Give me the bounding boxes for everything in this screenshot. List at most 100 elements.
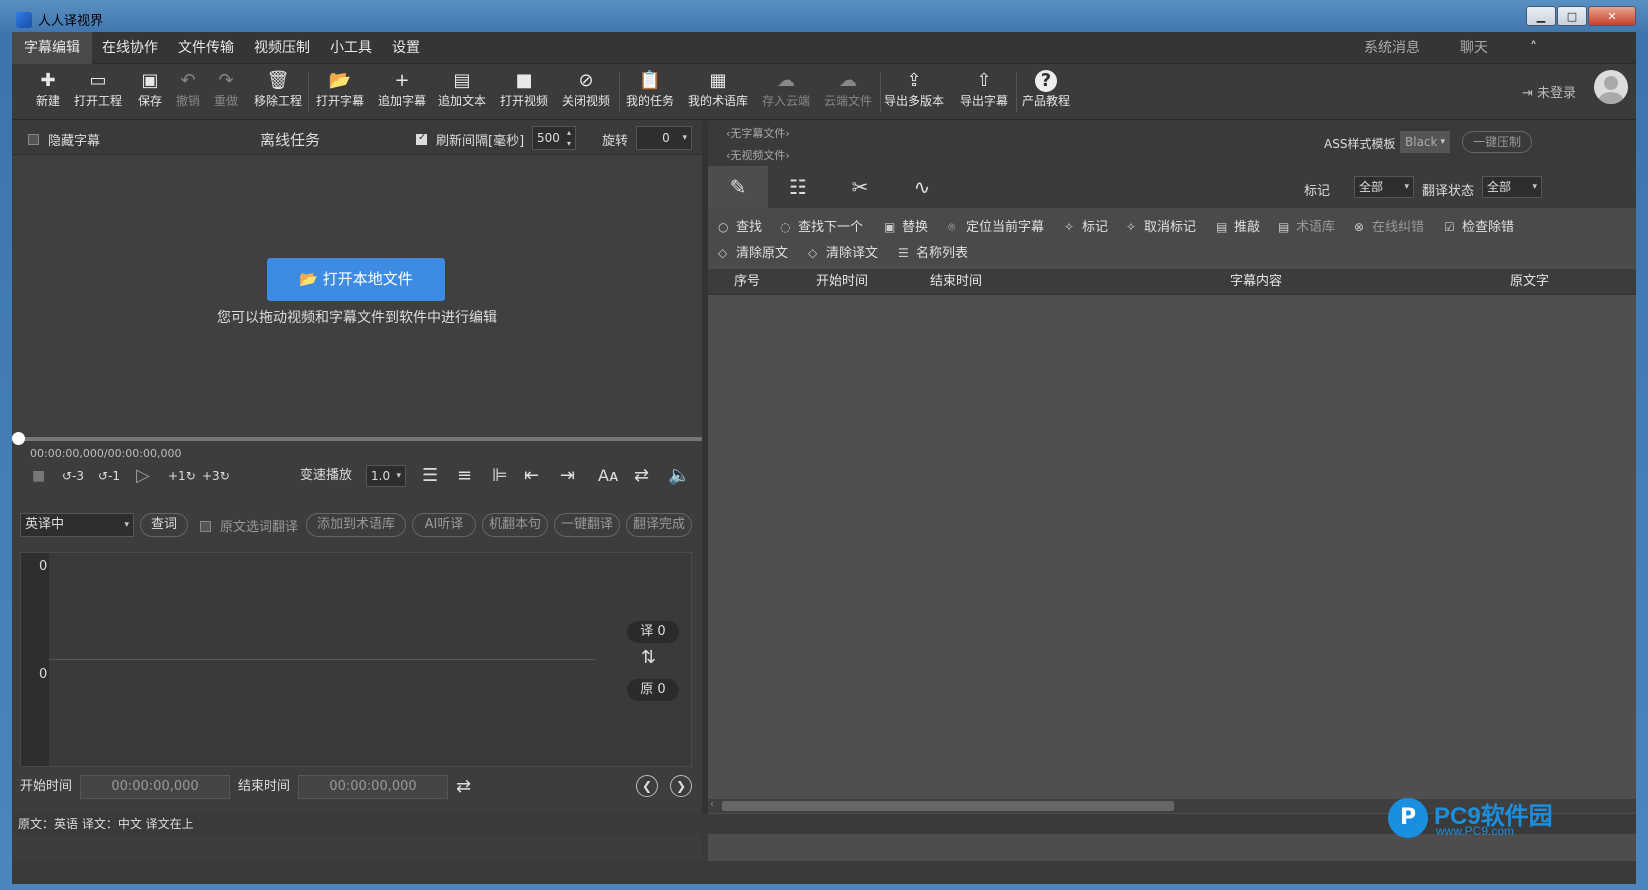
add-glossary-button[interactable]: 添加到术语库 [306,513,406,537]
video-area[interactable]: 📂 打开本地文件 您可以拖动视频和字幕文件到软件中进行编辑 [12,156,702,436]
locate-current-button[interactable]: ⌾ 定位当前字幕 [948,216,1044,235]
tab-list[interactable]: ☷ [768,166,828,208]
hide-subtitle-checkbox[interactable] [28,132,39,147]
export-multi-button[interactable]: ⇪ 导出多版本 [882,70,946,109]
align-left-icon[interactable]: ⊫ [492,463,508,489]
column-index[interactable]: 序号 [734,269,760,295]
minimize-button[interactable]: ▁ [1526,6,1556,26]
system-messages-link[interactable]: 系统消息 [1364,32,1420,64]
refresh-checkbox[interactable] [416,132,427,147]
align-middle-icon[interactable]: ≡ [457,463,472,489]
menu-subtitle-edit[interactable]: 字幕编辑 [12,32,92,64]
column-source-text[interactable]: 原文字 [1510,269,1549,295]
playback-progress[interactable] [12,432,702,445]
online-check-button[interactable]: ⊗ 在线纠错 [1354,216,1424,235]
jump-end-icon[interactable]: ⇥ [560,463,575,489]
review-button[interactable]: ▤ 推敲 [1216,216,1260,235]
subtitle-editor[interactable]: 0 0 译 0 ⇅ 原 0 [20,552,692,767]
lookup-button[interactable]: 查词 [140,513,188,537]
tab-chart[interactable]: ∿ [892,166,952,208]
menu-settings[interactable]: 设置 [380,32,432,64]
avatar[interactable] [1594,70,1628,104]
menu-video-compress[interactable]: 视频压制 [242,32,322,64]
volume-icon[interactable]: 🔈 [668,463,690,489]
play-icon[interactable]: ▷ [136,463,150,489]
name-list-button[interactable]: ☰ 名称列表 [898,242,968,261]
subtitle-table-body[interactable] [708,295,1636,799]
align-center-icon[interactable]: ☰ [422,463,438,489]
offline-tasks-link[interactable]: 离线任务 [260,129,320,150]
tutorial-button[interactable]: ? 产品教程 [1016,70,1076,109]
menu-online-collab[interactable]: 在线协作 [90,32,170,64]
file-info-header: ‹无字幕文件› ‹无视频文件› ASS样式模板 Black ▾ 一键压制 [708,121,1636,166]
find-button[interactable]: ○ 查找 [718,216,762,235]
mark-filter-select[interactable]: 全部 ▾ [1354,176,1414,198]
swap-order-icon[interactable]: ⇅ [641,647,656,668]
export-subtitle-button[interactable]: ⇧ 导出字幕 [954,70,1014,109]
start-time-input[interactable]: 00:00:00,000 [80,775,230,799]
open-local-file-button[interactable]: 📂 打开本地文件 [267,258,445,301]
toolbar: ✚ 新建 ▭ 打开工程 ▣ 保存 ↶ 撤销 ↷ 重做 🗑 移除工程 📂 打开字幕 + 追加字幕 … [12,64,1636,120]
ai-listen-button[interactable]: AI听译 [412,513,476,537]
swap-icon[interactable]: ⇄ [634,463,649,489]
column-start-time[interactable]: 开始时间 [816,269,868,295]
check-errors-button[interactable]: ☑ 检查除错 [1444,216,1514,235]
remove-project-button[interactable]: 🗑 移除工程 [248,70,308,109]
scrollbar-thumb[interactable] [722,801,1174,811]
column-content[interactable]: 字幕内容 [1230,269,1282,295]
skip-forward-3-button[interactable]: +3↻ [202,463,230,489]
clear-translation-button[interactable]: ◇ 清除译文 [808,242,878,261]
unmark-button[interactable]: ✧ 取消标记 [1126,216,1196,235]
swap-time-icon[interactable]: ⇄ [456,775,471,799]
translation-done-button[interactable]: 翻译完成 [626,513,692,537]
close-button[interactable]: ✕ [1588,6,1636,26]
maximize-button[interactable]: □ [1557,6,1587,26]
clear-source-button[interactable]: ◇ 清除原文 [718,242,788,261]
cloud-files-button[interactable]: ☁ 云端文件 [818,70,878,109]
previous-button[interactable]: ❮ [636,775,658,797]
append-subtitle-button[interactable]: + 追加字幕 [372,70,432,109]
one-click-burn-button[interactable]: 一键压制 [1462,131,1532,153]
translation-state-select[interactable]: 全部 ▾ [1482,176,1542,198]
skip-back-3-button[interactable]: ↺-3 [62,463,84,489]
column-end-time[interactable]: 结束时间 [930,269,982,295]
redo-button[interactable]: ↷ 重做 [196,70,256,109]
glossary-tool-button[interactable]: ▤ 术语库 [1278,216,1335,235]
scroll-left-icon[interactable]: ‹ [710,799,714,810]
rotate-select[interactable]: 0 ▾ [636,126,692,150]
close-video-button[interactable]: ⊘ 关闭视频 [556,70,616,109]
skip-forward-1-button[interactable]: +1↻ [168,463,196,489]
progress-knob[interactable] [12,432,25,445]
stop-icon[interactable]: ■ [32,463,45,489]
speed-select[interactable]: 1.0 ▾ [366,465,406,487]
next-button[interactable]: ❯ [670,775,692,797]
menu-tools[interactable]: 小工具 [318,32,384,64]
my-tasks-button[interactable]: 📋 我的任务 [620,70,680,109]
machine-translate-button[interactable]: 机翻本句 [482,513,548,537]
my-glossary-button[interactable]: ▦ 我的术语库 [686,70,750,109]
replace-button[interactable]: ▣ 替换 [884,216,928,235]
one-click-translate-button[interactable]: 一键翻译 [554,513,620,537]
end-time-input[interactable]: 00:00:00,000 [298,775,448,799]
mark-button[interactable]: ✧ 标记 [1064,216,1108,235]
open-subtitle-button[interactable]: 📂 打开字幕 [310,70,370,109]
source-select-checkbox[interactable] [200,519,211,534]
open-video-button[interactable]: ■ 打开视频 [494,70,554,109]
language-mode-select[interactable]: 英译中 ▾ [20,513,134,537]
login-status[interactable]: ⇥ 未登录 [1522,82,1576,101]
save-cloud-button[interactable]: ☁ 存入云端 [756,70,816,109]
append-text-button[interactable]: ▤ 追加文本 [432,70,492,109]
ass-template-select[interactable]: Black ▾ [1400,131,1450,153]
collapse-icon[interactable]: ˄ [1530,32,1537,64]
find-next-button[interactable]: ◌ 查找下一个 [780,216,863,235]
jump-start-icon[interactable]: ⇤ [524,463,539,489]
refresh-interval-spinner[interactable]: 500 ▴ ▾ [532,126,576,150]
font-size-icon[interactable]: Aᴀ [598,463,618,489]
glossary-icon: ▤ [1278,220,1290,234]
open-project-button[interactable]: ▭ 打开工程 [68,70,128,109]
skip-back-1-button[interactable]: ↺-1 [98,463,120,489]
chat-link[interactable]: 聊天 [1460,32,1488,64]
tab-edit[interactable]: ✎ [708,166,768,208]
tab-tools[interactable]: ✂ [830,166,890,208]
menu-file-transfer[interactable]: 文件传输 [166,32,246,64]
